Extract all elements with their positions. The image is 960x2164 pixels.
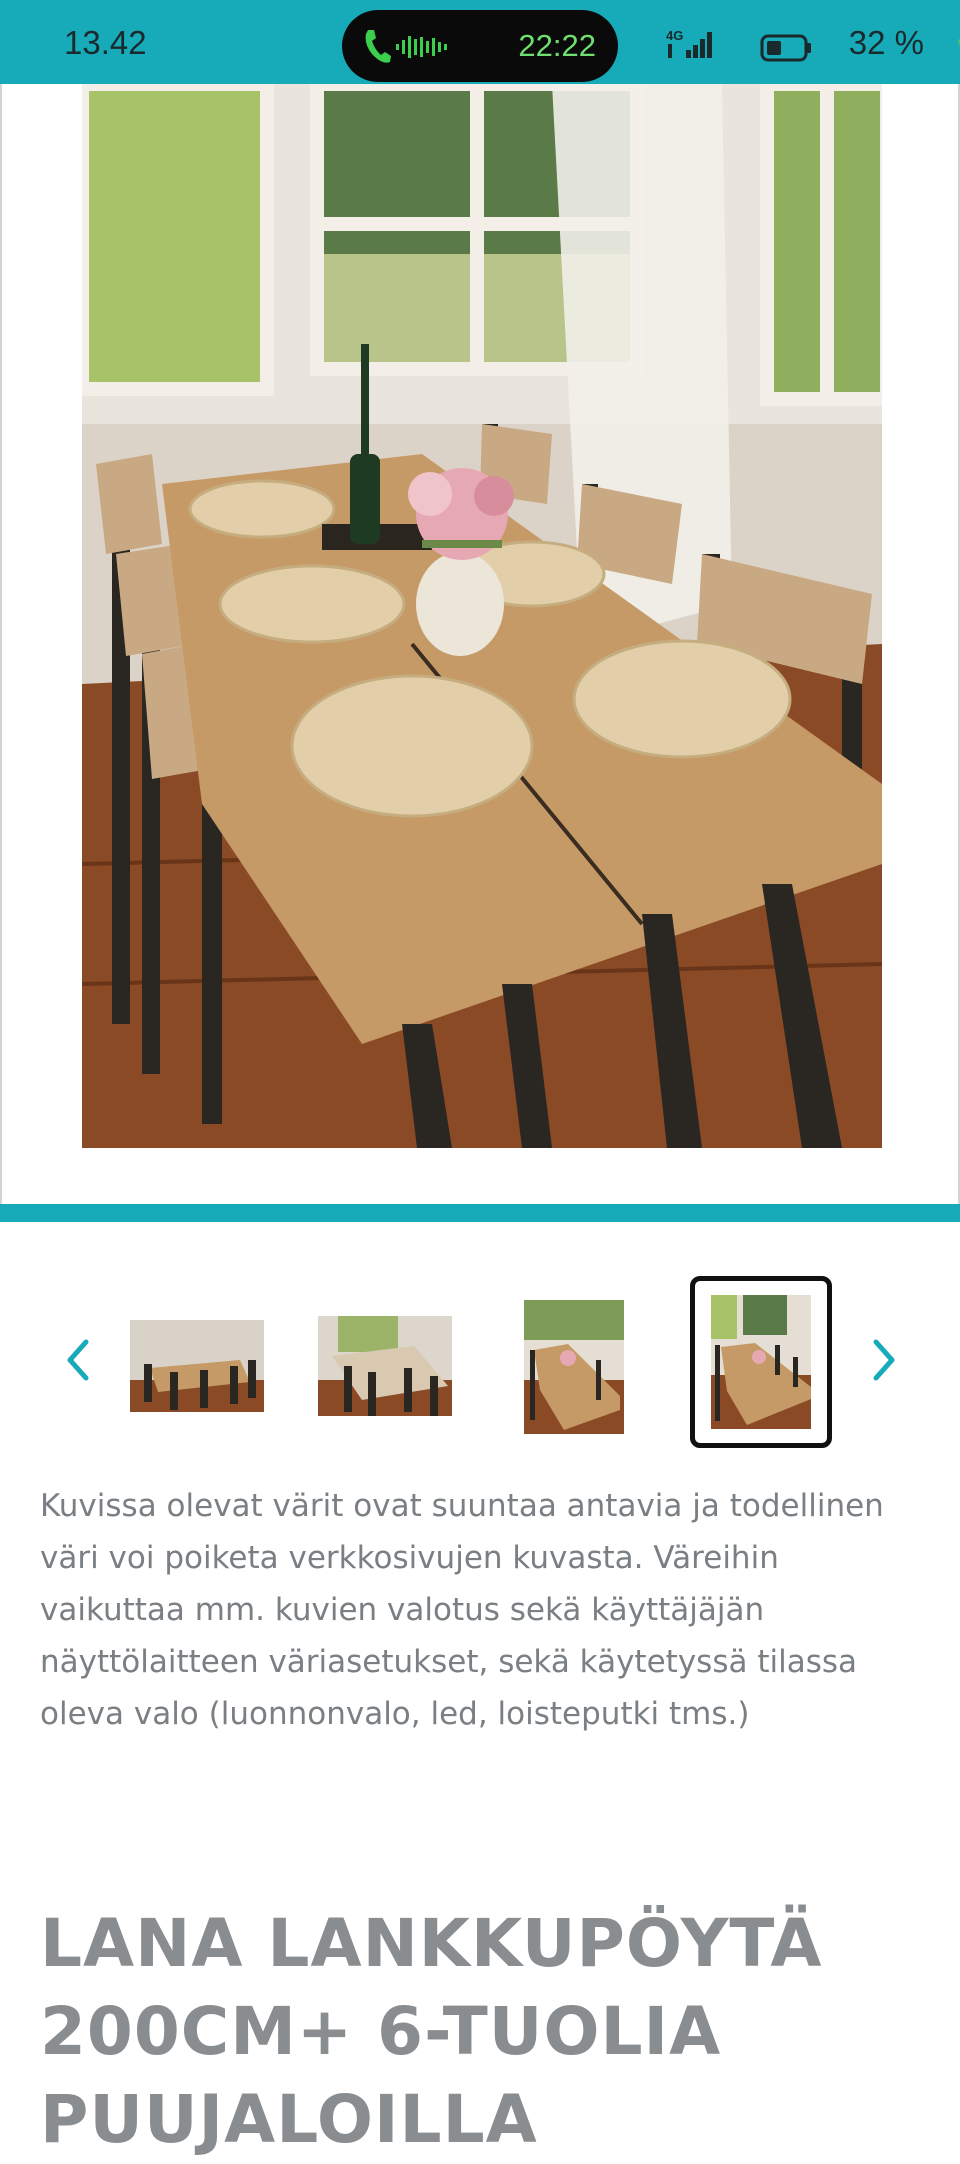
chevron-right-icon[interactable] (864, 1332, 904, 1388)
color-disclaimer: Kuvissa olevat värit ovat suuntaa antavi… (40, 1488, 884, 1732)
status-time: 13.42 (64, 24, 147, 61)
thumbnail-4-selected[interactable] (690, 1276, 832, 1448)
status-bar: 13.42 22:22 4G 32 % (0, 0, 960, 84)
signal-icon: 4G (666, 28, 716, 64)
network-type: 4G (666, 28, 683, 43)
thumbnail-2[interactable] (318, 1316, 452, 1416)
phone-icon (362, 26, 392, 70)
main-product-image[interactable] (75, 77, 894, 1148)
thumbnail-1[interactable] (130, 1320, 264, 1412)
battery-percent: 32 % (848, 24, 924, 61)
product-image-panel (0, 77, 960, 1222)
thumbnail-3[interactable] (524, 1300, 624, 1434)
battery-icon (760, 34, 814, 66)
audio-wave-icon (396, 36, 450, 62)
thumbnail-carousel (0, 1270, 960, 1470)
chevron-left-icon[interactable] (58, 1332, 98, 1388)
gallery-divider (0, 1204, 960, 1222)
product-title: LANA LANKKUPÖYTÄ 200CM+ 6-TUOLIA PUUJALO… (40, 1905, 823, 2158)
